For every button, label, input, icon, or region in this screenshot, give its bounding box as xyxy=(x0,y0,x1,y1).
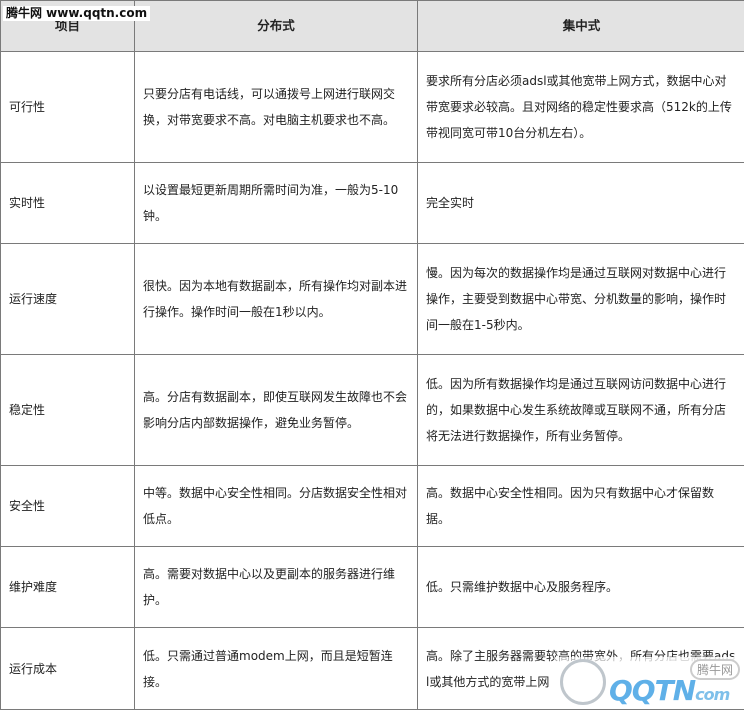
distributed-cell: 只要分店有电话线，可以通拨号上网进行联网交换，对带宽要求不高。对电脑主机要求也不… xyxy=(135,52,418,163)
item-cell: 安全性 xyxy=(1,466,135,547)
logo-badge: 腾牛网 xyxy=(690,659,740,680)
table-row: 可行性 只要分店有电话线，可以通拨号上网进行联网交换，对带宽要求不高。对电脑主机… xyxy=(1,52,744,163)
distributed-cell: 低。只需通过普通modem上网，而且是短暂连接。 xyxy=(135,628,418,710)
header-distributed: 分布式 xyxy=(135,1,418,52)
item-cell: 实时性 xyxy=(1,163,135,244)
distributed-cell: 以设置最短更新周期所需时间为准，一般为5-10钟。 xyxy=(135,163,418,244)
item-cell: 运行速度 xyxy=(1,244,135,355)
centralized-cell: 低。只需维护数据中心及服务程序。 xyxy=(418,547,744,628)
centralized-cell: 要求所有分店必须adsl或其他宽带上网方式，数据中心对带宽要求必较高。且对网络的… xyxy=(418,52,744,163)
header-centralized: 集中式 xyxy=(418,1,744,52)
centralized-cell: 慢。因为每次的数据操作均是通过互联网对数据中心进行操作，主要受到数据中心带宽、分… xyxy=(418,244,744,355)
watermark-logo: QQTNcom 腾牛网 xyxy=(554,657,744,709)
item-cell: 运行成本 xyxy=(1,628,135,710)
centralized-cell: 高。数据中心安全性相同。因为只有数据中心才保留数据。 xyxy=(418,466,744,547)
logo-main: QQTN xyxy=(609,674,695,707)
item-cell: 稳定性 xyxy=(1,355,135,466)
logo-suffix: com xyxy=(695,685,729,704)
table-row: 运行速度 很快。因为本地有数据副本，所有操作均对副本进行操作。操作时间一般在1秒… xyxy=(1,244,744,355)
item-cell: 维护难度 xyxy=(1,547,135,628)
distributed-cell: 中等。数据中心安全性相同。分店数据安全性相对低点。 xyxy=(135,466,418,547)
table-row: 稳定性 高。分店有数据副本，即使互联网发生故障也不会影响分店内部数据操作，避免业… xyxy=(1,355,744,466)
distributed-cell: 很快。因为本地有数据副本，所有操作均对副本进行操作。操作时间一般在1秒以内。 xyxy=(135,244,418,355)
centralized-cell: 低。因为所有数据操作均是通过互联网访问数据中心进行的，如果数据中心发生系统故障或… xyxy=(418,355,744,466)
table-row: 实时性 以设置最短更新周期所需时间为准，一般为5-10钟。 完全实时 xyxy=(1,163,744,244)
distributed-cell: 高。分店有数据副本，即使互联网发生故障也不会影响分店内部数据操作，避免业务暂停。 xyxy=(135,355,418,466)
table-row: 安全性 中等。数据中心安全性相同。分店数据安全性相对低点。 高。数据中心安全性相… xyxy=(1,466,744,547)
centralized-cell: 完全实时 xyxy=(418,163,744,244)
comparison-table: 项目 分布式 集中式 可行性 只要分店有电话线，可以通拨号上网进行联网交换，对带… xyxy=(0,0,744,710)
watermark-text: 腾牛网 www.qqtn.com xyxy=(3,6,150,21)
distributed-cell: 高。需要对数据中心以及更副本的服务器进行维护。 xyxy=(135,547,418,628)
item-cell: 可行性 xyxy=(1,52,135,163)
table-row: 维护难度 高。需要对数据中心以及更副本的服务器进行维护。 低。只需维护数据中心及… xyxy=(1,547,744,628)
logo-emblem-icon xyxy=(560,659,606,705)
